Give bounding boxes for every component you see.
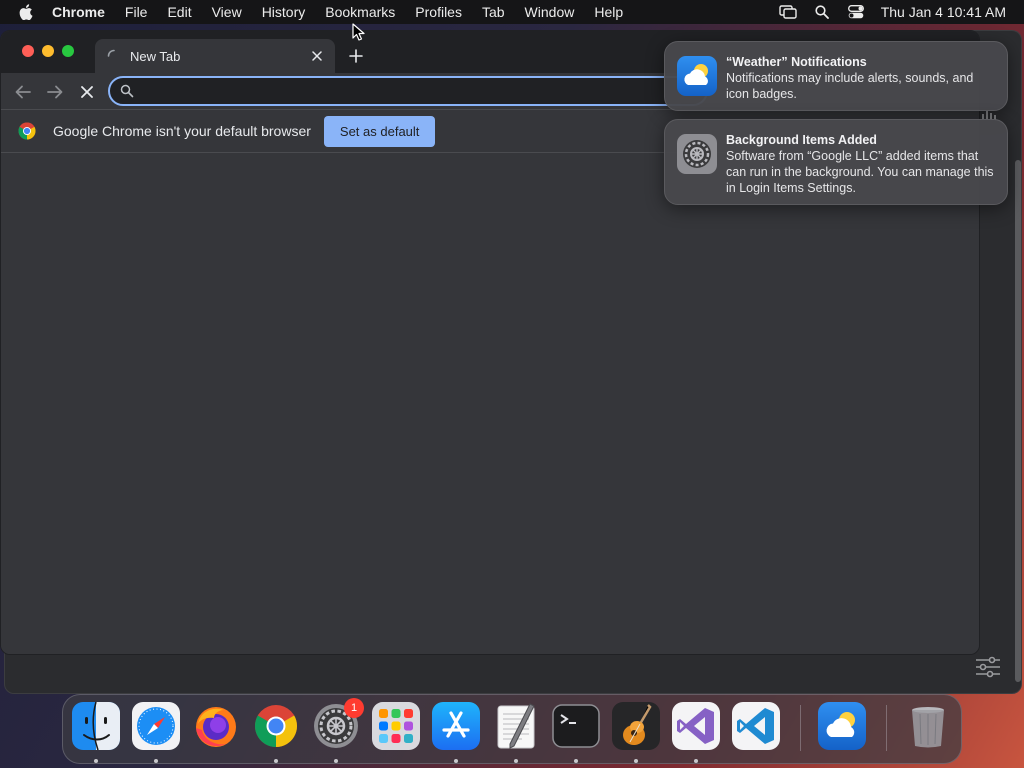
running-indicator bbox=[334, 759, 338, 763]
menu-help[interactable]: Help bbox=[584, 0, 633, 24]
control-center-icon[interactable] bbox=[839, 5, 873, 19]
back-arrow-icon[interactable] bbox=[13, 82, 33, 102]
dock-weather[interactable] bbox=[818, 702, 866, 750]
apple-menu-icon[interactable] bbox=[0, 4, 52, 20]
dock-vscode[interactable] bbox=[732, 702, 780, 750]
notification-body: Software from “Google LLC” added items t… bbox=[726, 149, 994, 195]
window-close-button[interactable] bbox=[22, 45, 34, 57]
dock-trash[interactable] bbox=[904, 702, 952, 750]
menu-view[interactable]: View bbox=[202, 0, 252, 24]
dock-safari[interactable] bbox=[132, 702, 180, 763]
trash-icon bbox=[904, 702, 952, 750]
set-as-default-button[interactable]: Set as default bbox=[323, 115, 436, 147]
running-indicator bbox=[694, 759, 698, 763]
status-area: Thu Jan 4 10:41 AM bbox=[771, 0, 1024, 24]
dock-finder[interactable] bbox=[72, 702, 120, 763]
running-indicator bbox=[574, 759, 578, 763]
running-indicator bbox=[454, 759, 458, 763]
notification-title: “Weather” Notifications bbox=[726, 55, 867, 69]
notification-body: Notifications may include alerts, sounds… bbox=[726, 71, 974, 101]
chrome-logo-icon bbox=[18, 122, 36, 140]
dock-app-store[interactable] bbox=[432, 702, 480, 763]
menu-edit[interactable]: Edit bbox=[157, 0, 201, 24]
notification-badge: 1 bbox=[344, 698, 364, 718]
sliders-icon[interactable] bbox=[975, 654, 1001, 680]
dock-visual-studio[interactable] bbox=[672, 702, 720, 763]
menu-file[interactable]: File bbox=[115, 0, 158, 24]
dock-chrome[interactable] bbox=[252, 702, 300, 763]
running-indicator bbox=[94, 759, 98, 763]
infobar-message: Google Chrome isn't your default browser bbox=[53, 123, 311, 139]
running-indicator bbox=[514, 759, 518, 763]
notification-title: Background Items Added bbox=[726, 133, 877, 147]
new-tab-button[interactable] bbox=[345, 45, 367, 67]
menu-profiles[interactable]: Profiles bbox=[405, 0, 472, 24]
menu-clock[interactable]: Thu Jan 4 10:41 AM bbox=[873, 4, 1006, 20]
mouse-pointer-icon bbox=[352, 23, 366, 41]
search-icon bbox=[120, 84, 134, 98]
visual-studio-icon bbox=[672, 702, 720, 750]
address-bar[interactable] bbox=[108, 76, 708, 106]
firefox-icon bbox=[192, 702, 240, 750]
tab-new-tab[interactable]: New Tab bbox=[95, 39, 335, 73]
weather-icon bbox=[818, 702, 866, 750]
garageband-icon bbox=[612, 702, 660, 750]
window-minimize-button[interactable] bbox=[42, 45, 54, 57]
address-input[interactable] bbox=[142, 83, 706, 99]
menu-tab[interactable]: Tab bbox=[472, 0, 515, 24]
dock-garageband[interactable] bbox=[612, 702, 660, 763]
close-tab-icon[interactable] bbox=[309, 48, 325, 64]
loading-spinner-icon bbox=[107, 49, 115, 57]
dock-launchpad[interactable] bbox=[372, 702, 420, 750]
window-zoom-button[interactable] bbox=[62, 45, 74, 57]
launchpad-icon bbox=[372, 702, 420, 750]
chrome-icon bbox=[252, 702, 300, 750]
vscode-icon bbox=[732, 702, 780, 750]
background-items-notification[interactable]: Background Items Added Software from “Go… bbox=[664, 119, 1008, 205]
weather-notification[interactable]: “Weather” Notifications Notifications ma… bbox=[664, 41, 1008, 111]
background-window-scrollbar[interactable] bbox=[1015, 160, 1021, 682]
running-indicator bbox=[274, 759, 278, 763]
dock-textedit[interactable] bbox=[492, 702, 540, 763]
spotlight-search-icon[interactable] bbox=[805, 5, 839, 19]
screen-mirroring-icon[interactable] bbox=[771, 5, 805, 19]
dock-system-settings[interactable]: 1 bbox=[312, 698, 364, 763]
weather-app-icon bbox=[677, 56, 717, 96]
dock-firefox[interactable] bbox=[192, 702, 240, 750]
menu-bar: Chrome File Edit View History Bookmarks … bbox=[0, 0, 1024, 24]
running-indicator bbox=[634, 759, 638, 763]
tab-title: New Tab bbox=[130, 48, 181, 64]
menu-app-name[interactable]: Chrome bbox=[52, 0, 115, 24]
dock-separator bbox=[800, 705, 801, 751]
app-store-icon bbox=[432, 702, 480, 750]
dock: 1 bbox=[62, 694, 962, 764]
running-indicator bbox=[154, 759, 158, 763]
menu-history[interactable]: History bbox=[252, 0, 316, 24]
page-content[interactable] bbox=[1, 154, 979, 654]
menu-bookmarks[interactable]: Bookmarks bbox=[315, 0, 405, 24]
stop-loading-icon[interactable] bbox=[77, 82, 97, 102]
textedit-icon bbox=[492, 702, 540, 750]
dock-terminal[interactable] bbox=[552, 702, 600, 763]
dock-separator bbox=[886, 705, 887, 751]
system-settings-icon bbox=[677, 134, 717, 174]
menu-window[interactable]: Window bbox=[515, 0, 585, 24]
terminal-icon bbox=[552, 702, 600, 750]
finder-icon bbox=[72, 702, 120, 750]
safari-icon bbox=[132, 702, 180, 750]
forward-arrow-icon[interactable] bbox=[45, 82, 65, 102]
